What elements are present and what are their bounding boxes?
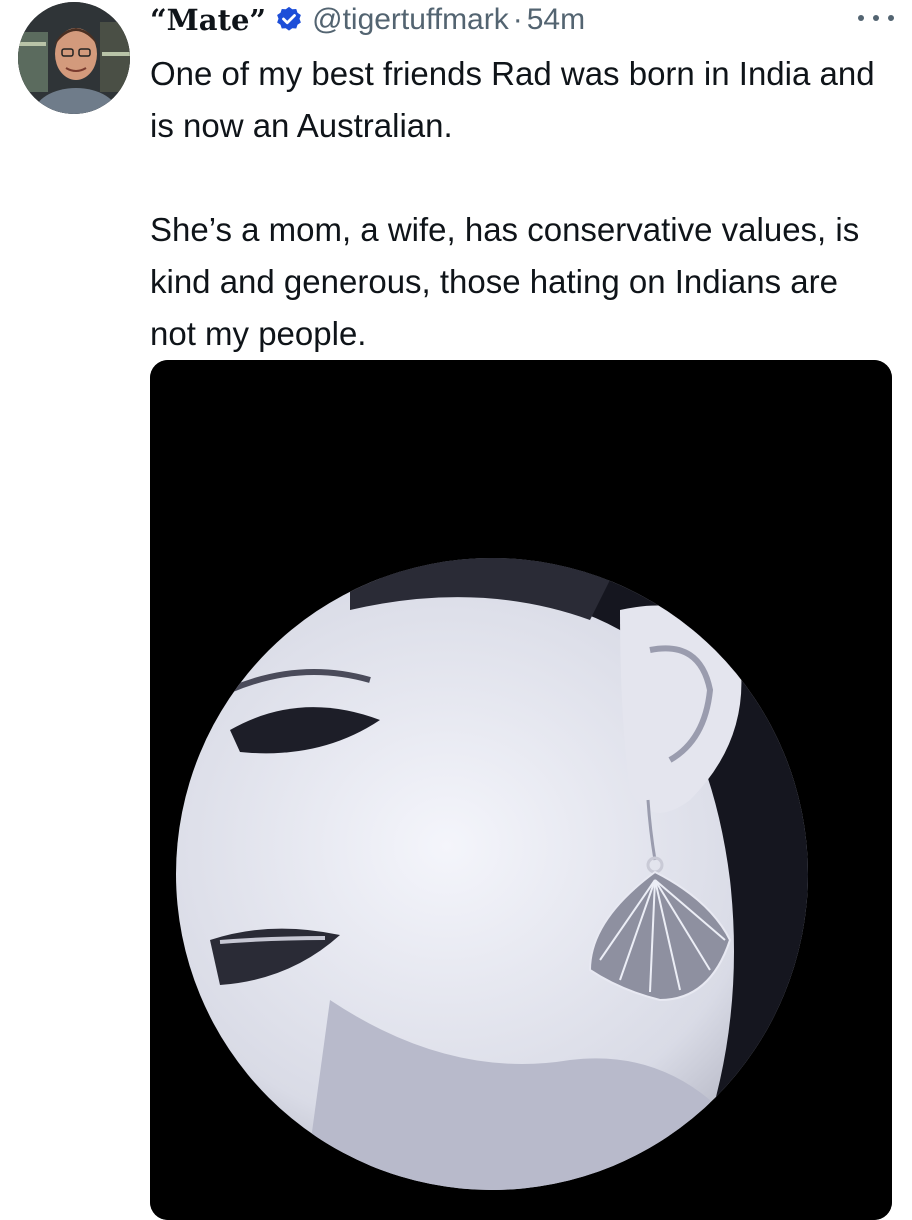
tweet-media-image[interactable] — [150, 360, 892, 1220]
verified-badge-icon — [274, 5, 304, 35]
tweet-timestamp[interactable]: 54m — [527, 3, 585, 37]
tweet-header: “Mate” @tigertuffmark · 54m — [150, 0, 585, 40]
tweet-paragraph-1: One of my best friends Rad was born in I… — [150, 55, 875, 144]
display-name[interactable]: “Mate” — [150, 3, 266, 37]
author-avatar[interactable] — [18, 2, 130, 114]
tweet: “Mate” @tigertuffmark · 54m One of my be… — [0, 0, 912, 1220]
author-handle[interactable]: @tigertuffmark — [312, 3, 509, 37]
header-separator: · — [512, 3, 523, 36]
more-options-icon[interactable] — [858, 4, 894, 32]
tweet-paragraph-2: She’s a mom, a wife, has conservative va… — [150, 211, 860, 352]
tweet-text: One of my best friends Rad was born in I… — [150, 48, 890, 360]
